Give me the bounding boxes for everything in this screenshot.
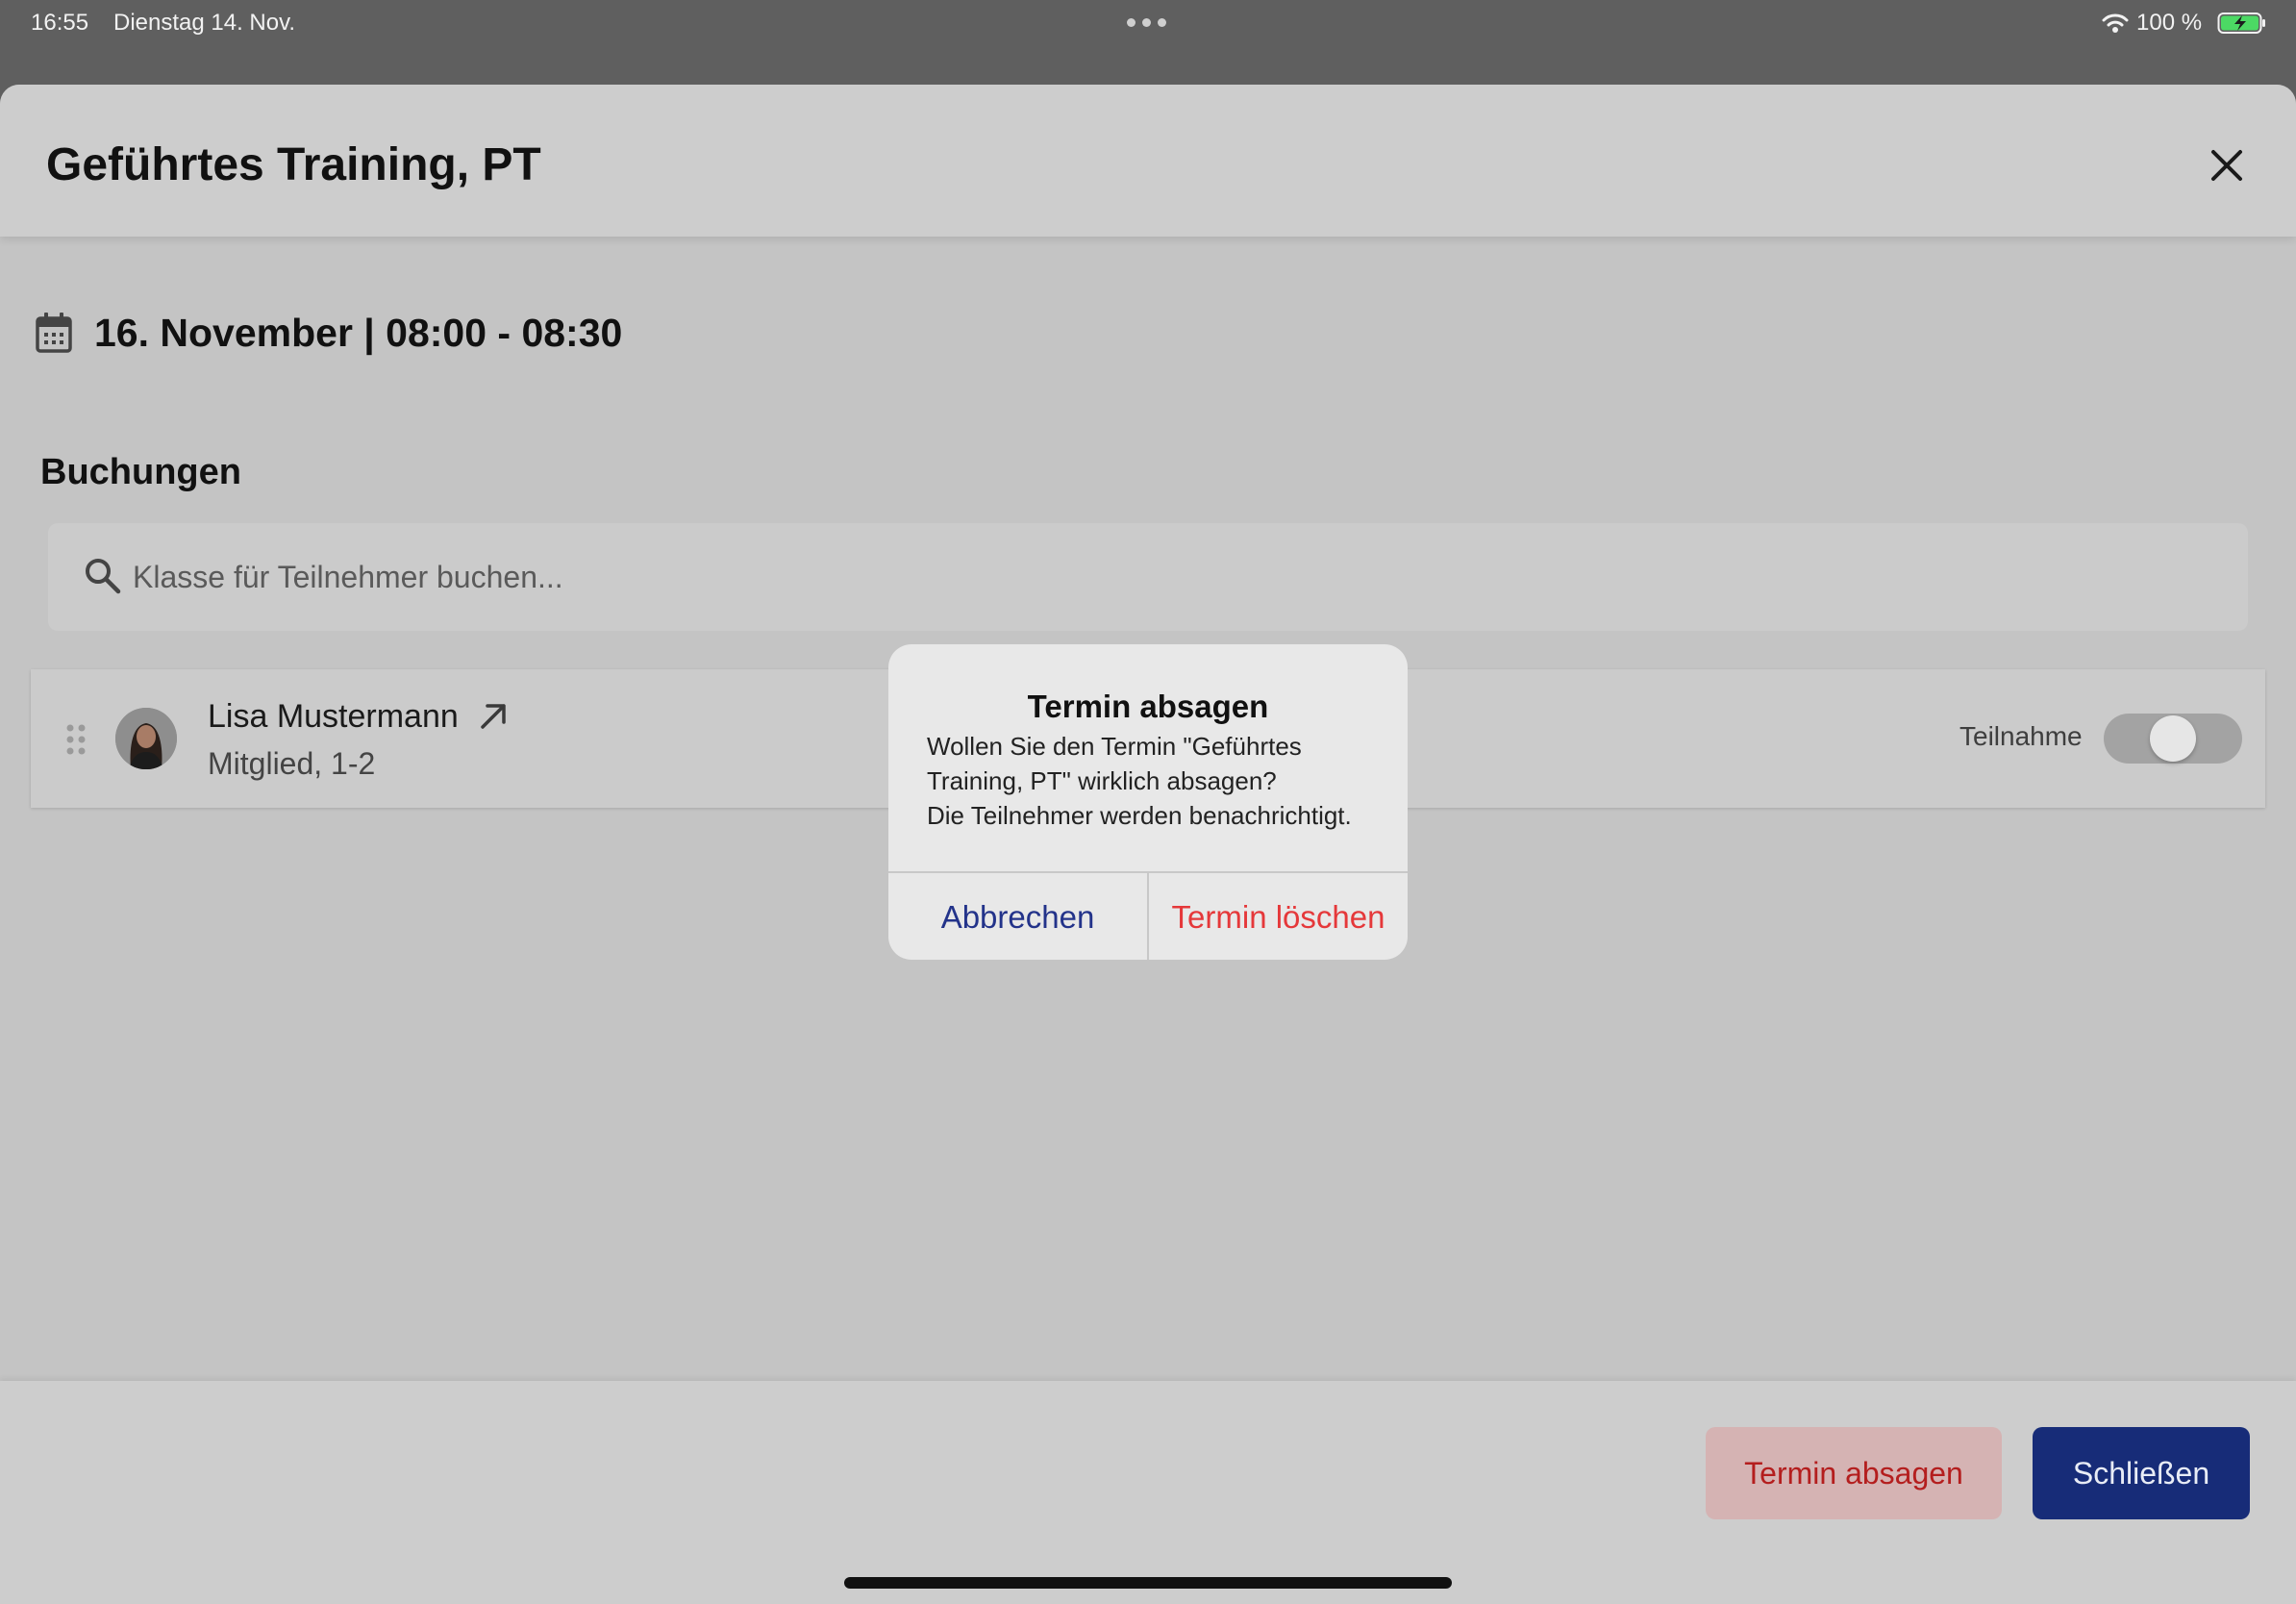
sheet-footer: Termin absagen Schließen xyxy=(0,1381,2296,1604)
alert-cancel-button[interactable]: Abbrechen xyxy=(888,873,1149,960)
toggle-knob xyxy=(2150,715,2196,762)
member-name[interactable]: Lisa Mustermann xyxy=(208,698,459,736)
attendance-toggle[interactable] xyxy=(2104,714,2242,764)
cancel-appointment-button[interactable]: Termin absagen xyxy=(1706,1427,2002,1519)
alert-actions: Abbrechen Termin löschen xyxy=(888,871,1408,960)
close-icon[interactable] xyxy=(2202,140,2252,190)
alert-delete-button[interactable]: Termin löschen xyxy=(1149,873,1408,960)
battery-percent: 100 % xyxy=(2136,10,2203,36)
wifi-icon xyxy=(2102,13,2129,33)
page-title: Geführtes Training, PT xyxy=(46,139,541,190)
battery-charging-icon xyxy=(2217,13,2265,34)
status-date: Dienstag 14. Nov. xyxy=(113,10,295,36)
sheet-header: Geführtes Training, PT xyxy=(0,85,2296,237)
status-bar: 16:55 Dienstag 14. Nov. 100 % xyxy=(0,0,2296,48)
appointment-date-row: 16. November | 08:00 - 08:30 xyxy=(35,304,622,362)
member-meta: Mitglied, 1-2 xyxy=(208,746,376,781)
bookings-heading: Buchungen xyxy=(40,452,241,492)
home-indicator xyxy=(844,1577,1452,1589)
avatar xyxy=(115,708,177,769)
search-icon xyxy=(86,559,121,594)
appointment-date: 16. November | 08:00 - 08:30 xyxy=(94,310,623,355)
drag-handle-icon[interactable] xyxy=(65,723,87,756)
arrow-up-right-icon[interactable] xyxy=(475,698,512,735)
alert-title: Termin absagen xyxy=(1027,689,1269,724)
multitasking-dots-icon[interactable] xyxy=(1127,18,1166,27)
calendar-icon xyxy=(36,313,72,353)
booking-search[interactable] xyxy=(48,523,2248,631)
cancel-confirmation-alert: Termin absagen Wollen Sie den Termin "Ge… xyxy=(888,644,1408,960)
close-button[interactable]: Schließen xyxy=(2033,1427,2250,1519)
status-time: 16:55 xyxy=(31,10,89,36)
alert-message: Wollen Sie den Termin "Geführtes Trainin… xyxy=(927,732,1352,830)
attendance-label: Teilnahme xyxy=(1959,721,2083,751)
search-input[interactable] xyxy=(131,546,2202,608)
